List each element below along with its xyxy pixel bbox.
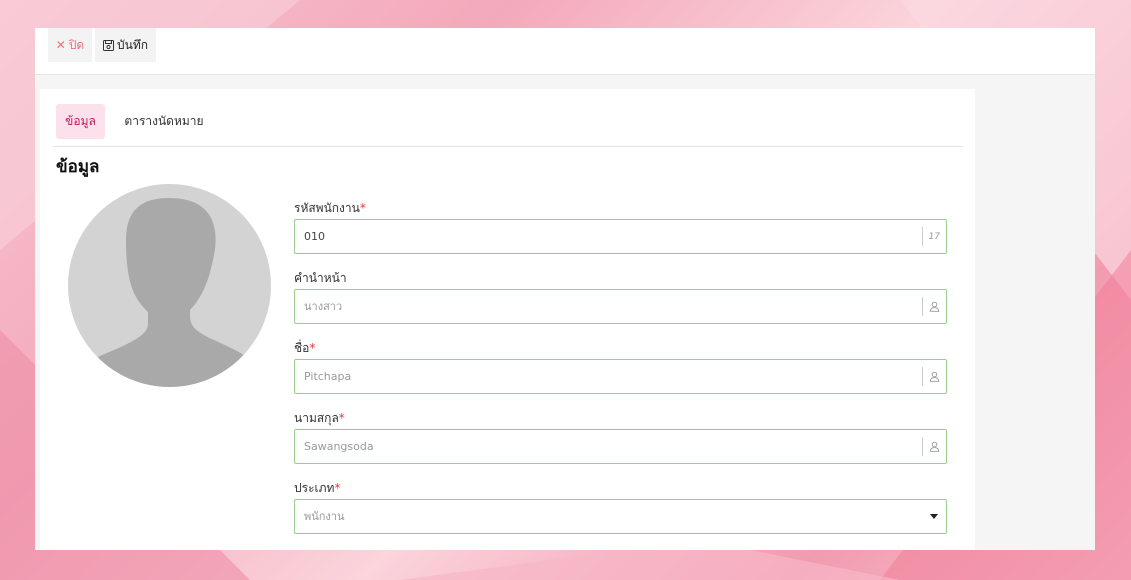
tab-divider	[53, 146, 963, 147]
prefix-value: นางสาว	[304, 300, 343, 313]
close-button[interactable]: ✕ ปิด	[48, 28, 92, 62]
prefix-input[interactable]: นางสาว	[294, 289, 947, 324]
type-select[interactable]: พนักงาน	[294, 499, 947, 534]
first-name-input[interactable]: Pitchapa	[294, 359, 947, 394]
first-name-label: ชื่อ*	[294, 341, 316, 355]
employee-code-value: 010	[304, 230, 325, 243]
user-icon	[929, 290, 940, 323]
avatar[interactable]	[68, 184, 271, 387]
last-name-label: นามสกุล*	[294, 411, 345, 425]
char-counter: 17	[928, 231, 940, 242]
save-button[interactable]: บันทึก	[95, 28, 156, 62]
addon-divider	[922, 227, 923, 246]
employee-code-input[interactable]: 010 17	[294, 219, 947, 254]
section-title: ข้อมูล	[56, 157, 100, 177]
user-icon	[929, 430, 940, 463]
toolbar: ✕ ปิด บันทึก	[35, 28, 1095, 75]
first-name-value: Pitchapa	[304, 370, 352, 383]
last-name-value: Sawangsoda	[304, 440, 374, 453]
employee-code-label: รหัสพนักงาน*	[294, 201, 366, 215]
type-label: ประเภท*	[294, 481, 341, 495]
tab-info[interactable]: ข้อมูล	[56, 104, 105, 139]
close-icon: ✕	[55, 38, 66, 52]
avatar-silhouette-icon	[76, 198, 271, 387]
caret-down-icon	[930, 514, 938, 519]
type-value: พนักงาน	[304, 510, 345, 523]
addon-divider	[922, 297, 923, 316]
tab-schedule[interactable]: ตารางนัดหมาย	[112, 104, 216, 139]
save-icon	[103, 39, 114, 51]
form-panel: ข้อมูล ตารางนัดหมาย ข้อมูล รหัสพนักงาน* …	[40, 89, 975, 550]
app-window: ✕ ปิด บันทึก ข้อมูล ตารางนัดหมาย ข้อมูล	[35, 28, 1095, 550]
user-icon	[929, 360, 940, 393]
last-name-input[interactable]: Sawangsoda	[294, 429, 947, 464]
save-label: บันทึก	[117, 38, 148, 52]
close-label: ปิด	[68, 38, 85, 52]
prefix-label: คำนำหน้า	[294, 271, 347, 285]
addon-divider	[922, 367, 923, 386]
addon-divider	[922, 437, 923, 456]
